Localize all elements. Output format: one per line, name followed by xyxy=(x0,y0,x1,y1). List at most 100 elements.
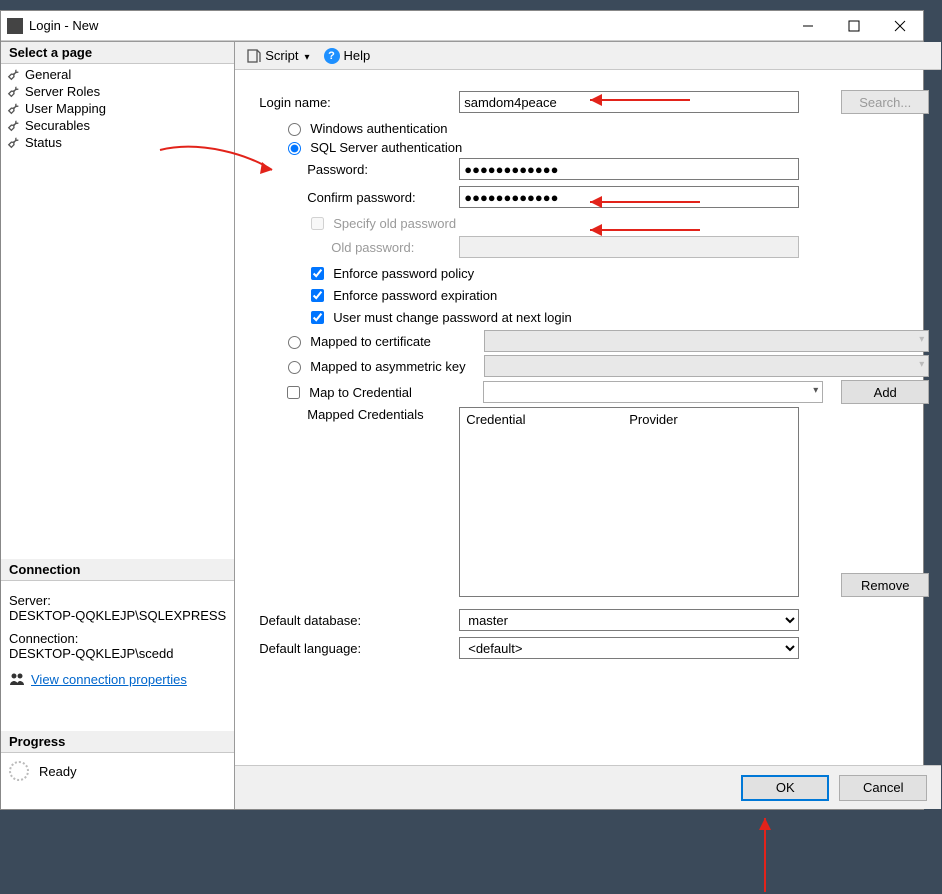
connection-value: DESKTOP-QQKLEJP\scedd xyxy=(9,646,226,661)
progress-header: Progress xyxy=(1,731,234,753)
wrench-icon xyxy=(7,136,21,150)
password-input[interactable] xyxy=(459,158,799,180)
map-to-credential-input[interactable] xyxy=(287,386,300,399)
windows-auth-radio-input[interactable] xyxy=(288,123,301,136)
specify-old-password-label: Specify old password xyxy=(333,216,456,231)
must-change-checkbox[interactable]: User must change password at next login xyxy=(307,308,929,327)
mapped-cert-label: Mapped to certificate xyxy=(310,334,478,349)
page-list: General Server Roles User Mapping Secura… xyxy=(1,64,234,153)
chevron-down-icon: ▾ xyxy=(919,359,924,370)
login-new-window: Login - New Select a page General Server… xyxy=(0,10,924,810)
old-password-label: Old password: xyxy=(259,240,459,255)
mapped-asym-label: Mapped to asymmetric key xyxy=(310,359,478,374)
page-label: General xyxy=(25,67,71,82)
mapped-to-asym-radio[interactable]: Mapped to asymmetric key ▾ xyxy=(283,355,929,377)
enforce-expiration-checkbox[interactable]: Enforce password expiration xyxy=(307,286,929,305)
chevron-down-icon xyxy=(302,48,309,63)
main-panel: Script ? Help Login name: Search... xyxy=(235,42,941,809)
default-database-select[interactable]: master xyxy=(459,609,799,631)
page-securables[interactable]: Securables xyxy=(5,117,230,134)
default-language-select[interactable]: <default> xyxy=(459,637,799,659)
enforce-expiration-input[interactable] xyxy=(311,289,324,302)
chevron-down-icon: ▾ xyxy=(919,334,924,345)
spinner-icon xyxy=(9,761,29,781)
add-credential-button[interactable]: Add xyxy=(841,380,929,404)
windows-auth-label: Windows authentication xyxy=(310,121,447,136)
col-credential: Credential xyxy=(466,412,629,427)
default-language-label: Default language: xyxy=(259,641,459,656)
dialog-footer: OK Cancel xyxy=(235,765,941,809)
connection-header: Connection xyxy=(1,559,234,581)
sql-auth-label: SQL Server authentication xyxy=(310,140,462,155)
connection-label: Connection: xyxy=(9,631,226,646)
script-icon xyxy=(247,49,261,63)
titlebar: Login - New xyxy=(1,11,923,41)
sql-auth-radio-input[interactable] xyxy=(288,142,301,155)
specify-old-password-input xyxy=(311,217,324,230)
toolbar: Script ? Help xyxy=(235,42,941,70)
page-label: Securables xyxy=(25,118,90,133)
help-button[interactable]: ? Help xyxy=(320,46,375,66)
help-label: Help xyxy=(344,48,371,63)
enforce-policy-checkbox[interactable]: Enforce password policy xyxy=(307,264,929,283)
help-icon: ? xyxy=(324,48,340,64)
chevron-down-icon: ▾ xyxy=(813,385,818,396)
ok-button[interactable]: OK xyxy=(741,775,829,801)
page-label: Status xyxy=(25,135,62,150)
page-label: User Mapping xyxy=(25,101,106,116)
wrench-icon xyxy=(7,119,21,133)
login-name-input[interactable] xyxy=(459,91,799,113)
asym-key-combo: ▾ xyxy=(484,355,929,377)
window-title: Login - New xyxy=(29,18,785,33)
search-button[interactable]: Search... xyxy=(841,90,929,114)
col-provider: Provider xyxy=(629,412,792,427)
cancel-button[interactable]: Cancel xyxy=(839,775,927,801)
sidebar: Select a page General Server Roles User … xyxy=(1,42,235,809)
enforce-policy-label: Enforce password policy xyxy=(333,266,474,281)
page-server-roles[interactable]: Server Roles xyxy=(5,83,230,100)
remove-credential-button[interactable]: Remove xyxy=(841,573,929,597)
login-name-label: Login name: xyxy=(259,95,459,110)
confirm-password-label: Confirm password: xyxy=(259,190,459,205)
map-to-credential-label: Map to Credential xyxy=(309,385,477,400)
wrench-icon xyxy=(7,85,21,99)
maximize-button[interactable] xyxy=(831,11,877,41)
page-general[interactable]: General xyxy=(5,66,230,83)
credential-combo[interactable]: ▾ xyxy=(483,381,823,403)
map-to-credential-checkbox[interactable]: Map to Credential ▾ Add xyxy=(283,380,929,404)
script-button[interactable]: Script xyxy=(243,46,313,65)
old-password-input xyxy=(459,236,799,258)
wrench-icon xyxy=(7,68,21,82)
script-label: Script xyxy=(265,48,298,63)
must-change-input[interactable] xyxy=(311,311,324,324)
default-database-label: Default database: xyxy=(259,613,459,628)
windows-auth-radio[interactable]: Windows authentication xyxy=(283,120,929,136)
page-status[interactable]: Status xyxy=(5,134,230,151)
progress-state: Ready xyxy=(39,764,77,779)
must-change-label: User must change password at next login xyxy=(333,310,571,325)
certificate-combo: ▾ xyxy=(484,330,929,352)
general-form: Login name: Search... Windows authentica… xyxy=(235,70,941,765)
people-icon xyxy=(9,671,25,687)
mapped-cert-radio-input[interactable] xyxy=(288,336,301,349)
connection-panel: Server: DESKTOP-QQKLEJP\SQLEXPRESS Conne… xyxy=(1,581,234,691)
view-connection-properties-link[interactable]: View connection properties xyxy=(31,672,187,687)
wrench-icon xyxy=(7,102,21,116)
server-label: Server: xyxy=(9,593,226,608)
server-value: DESKTOP-QQKLEJP\SQLEXPRESS xyxy=(9,608,226,623)
page-label: Server Roles xyxy=(25,84,100,99)
enforce-policy-input[interactable] xyxy=(311,267,324,280)
minimize-button[interactable] xyxy=(785,11,831,41)
password-label: Password: xyxy=(259,162,459,177)
close-button[interactable] xyxy=(877,11,923,41)
mapped-asym-radio-input[interactable] xyxy=(288,361,301,374)
app-icon xyxy=(7,18,23,34)
sql-auth-radio[interactable]: SQL Server authentication xyxy=(283,139,929,155)
mapped-to-certificate-radio[interactable]: Mapped to certificate ▾ xyxy=(283,330,929,352)
enforce-expiration-label: Enforce password expiration xyxy=(333,288,497,303)
confirm-password-input[interactable] xyxy=(459,186,799,208)
page-user-mapping[interactable]: User Mapping xyxy=(5,100,230,117)
sidebar-header: Select a page xyxy=(1,42,234,64)
mapped-credentials-label: Mapped Credentials xyxy=(259,407,459,422)
mapped-credentials-list[interactable]: Credential Provider xyxy=(459,407,799,597)
